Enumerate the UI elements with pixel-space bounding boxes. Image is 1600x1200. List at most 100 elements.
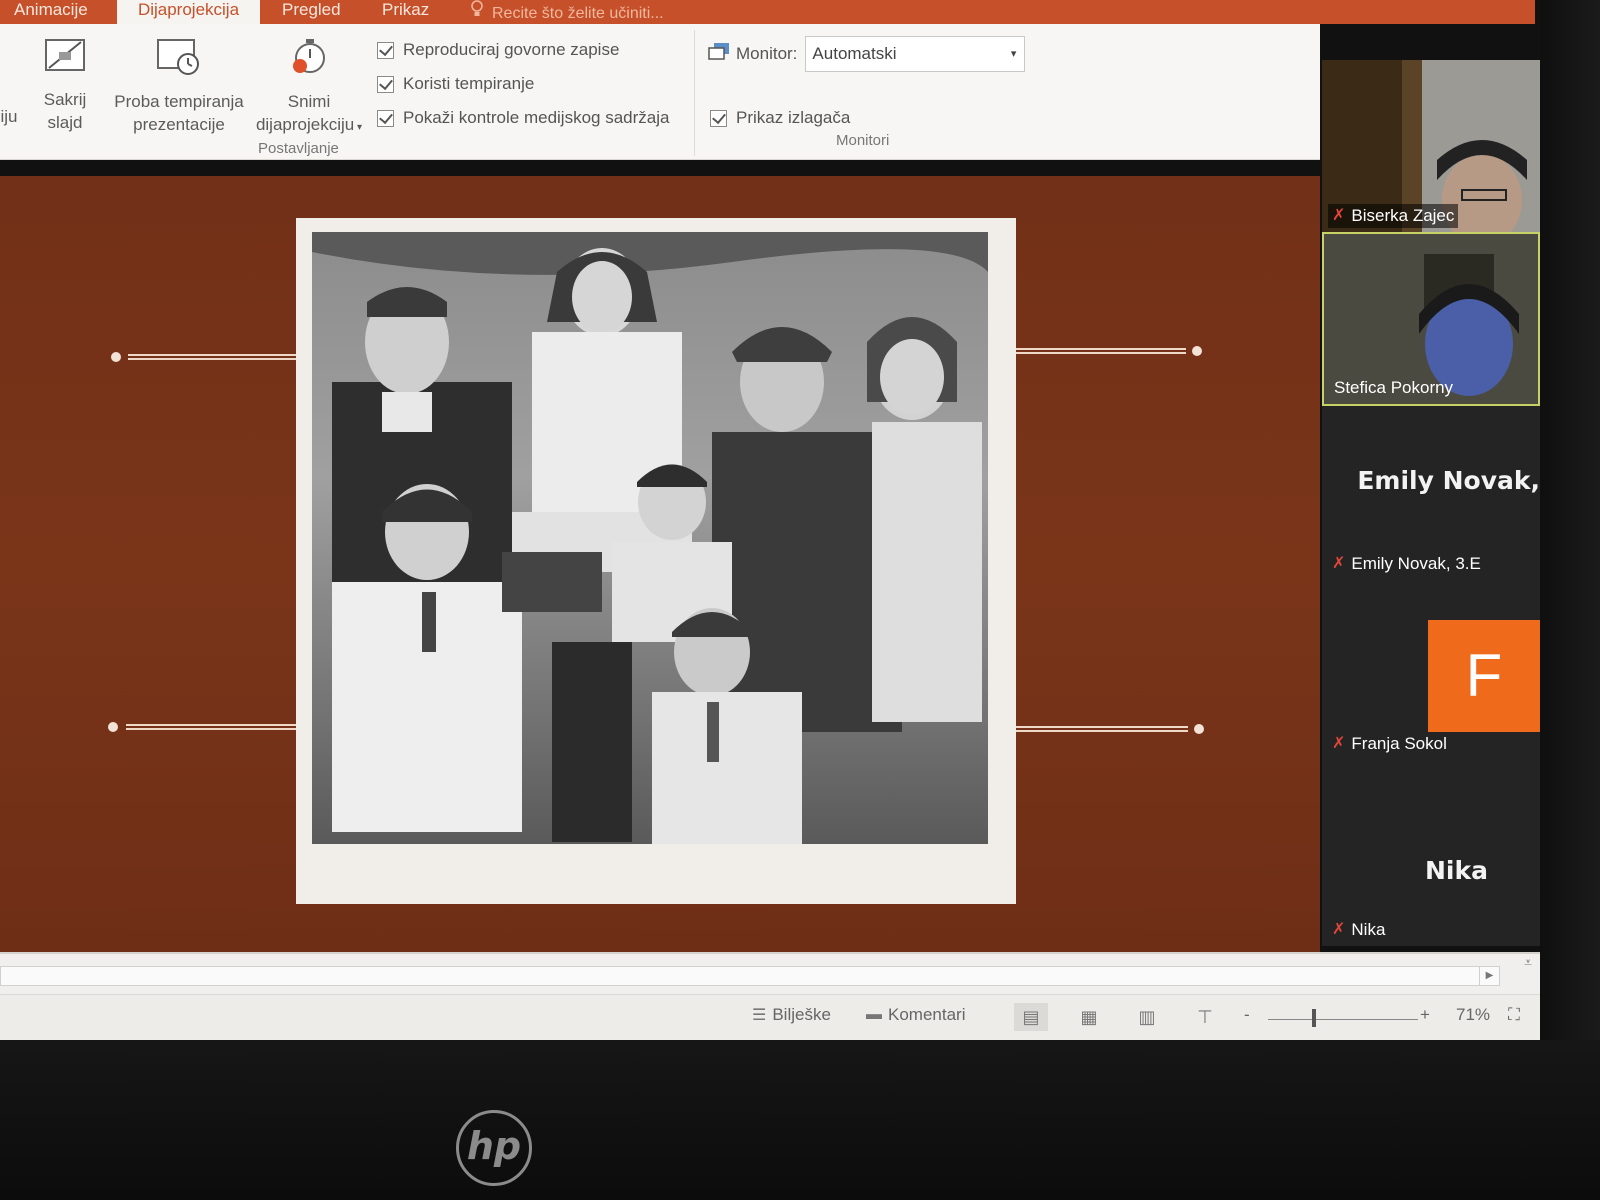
record-line2-text: dijaprojekciju [255, 115, 355, 134]
zoom-level[interactable]: 71% [1456, 1005, 1490, 1025]
fit-to-window-icon[interactable]: ⛶ [1508, 1005, 1520, 1025]
scroll-right-icon[interactable]: ▶ [1479, 967, 1499, 985]
record-slideshow-icon [248, 36, 370, 84]
muted-mic-icon: ✗ [1332, 207, 1346, 224]
participant-name: Emily Novak, 3.E [1351, 554, 1481, 573]
monitor-selector-row: Monitor: Automatski ▾ [708, 36, 1026, 72]
record-line2: dijaprojekciju ▾ [248, 113, 370, 139]
zoom-slider-thumb[interactable] [1312, 1009, 1316, 1027]
tell-me-text: Recite što želite učiniti... [492, 5, 664, 22]
participant-display-name: Emily Novak, [1357, 466, 1540, 495]
participant-display-name: Nika [1425, 856, 1488, 885]
group-label-setup: Postavljanje [258, 140, 339, 157]
participant-name-label: ✗ Biserka Zajec [1328, 204, 1459, 228]
monitor-bezel-bottom [0, 1040, 1600, 1200]
rehearse-timings-icon [108, 36, 250, 84]
participant-name-label: Stefica Pokorny [1330, 376, 1457, 400]
reading-view-icon[interactable]: ▥ [1130, 1003, 1164, 1031]
record-line1: Snimi [287, 92, 331, 111]
slide-canvas[interactable] [0, 176, 1320, 952]
rehearse-timings-button[interactable]: Proba tempiranja prezentacije [108, 36, 250, 136]
participant-name-label: ✗ Nika [1328, 918, 1389, 942]
checkbox-play-narrations[interactable]: Reproduciraj govorne zapise [377, 33, 669, 67]
partial-button-line1: i [0, 82, 32, 105]
monitor-label: Monitor: [736, 44, 798, 63]
checkbox-show-media-controls[interactable]: Pokaži kontrole medijskog sadržaja [377, 101, 669, 135]
participant-tile-video[interactable]: ✗ Biserka Zajec [1322, 60, 1540, 232]
notes-pane[interactable]: ▶ ⩡ [0, 952, 1540, 994]
presenter-view-label: Prikaz izlagača [736, 108, 851, 127]
tab-dijaprojekcija[interactable]: Dijaprojekcija [117, 0, 260, 24]
normal-view-icon[interactable]: ▤ [1014, 1003, 1048, 1031]
tell-me-search[interactable]: Recite što želite učiniti... [470, 0, 664, 22]
decorative-dot [1194, 724, 1204, 734]
decorative-line [126, 724, 296, 730]
notes-icon: ☰ [752, 1007, 767, 1024]
family-photo [312, 232, 988, 844]
setup-checkbox-list: Reproduciraj govorne zapise Koristi temp… [377, 33, 669, 135]
chevron-down-icon: ▾ [1010, 48, 1017, 60]
notes-label: Bilješke [772, 1005, 831, 1024]
hide-slide-line2: slajd [47, 113, 83, 132]
hide-slide-icon [38, 36, 92, 82]
tab-pregled[interactable]: Pregled [270, 0, 353, 24]
monitor-icon [708, 42, 730, 67]
participant-tile-video-active[interactable]: Stefica Pokorny [1322, 232, 1540, 406]
tab-prikaz[interactable]: Prikaz [370, 0, 441, 24]
monitor-select[interactable]: Automatski ▾ [805, 36, 1026, 72]
hide-slide-button[interactable]: Sakrij slajd [38, 36, 92, 134]
use-timings-label: Koristi tempiranje [403, 74, 535, 93]
rehearse-line2: prezentacije [133, 115, 225, 134]
monitor-select-value: Automatski [812, 44, 897, 63]
rehearse-line1: Proba tempiranja [114, 92, 244, 111]
decorative-line [1016, 348, 1186, 354]
participant-tile-avatar[interactable]: F ✗ Franja Sokol [1322, 620, 1540, 760]
family-photo-illustration [312, 232, 988, 844]
zoom-out-button[interactable]: - [1244, 1005, 1250, 1025]
slideshow-view-icon[interactable]: ⊤ [1188, 1003, 1222, 1031]
comments-label: Komentari [888, 1005, 966, 1024]
dropdown-caret-icon[interactable]: ▾ [354, 122, 362, 133]
participant-tile-name[interactable]: Nika ✗ Nika [1322, 772, 1540, 946]
participant-name: Nika [1351, 920, 1386, 939]
participant-name: Biserka Zajec [1351, 206, 1455, 225]
group-label-monitors: Monitori [836, 132, 890, 149]
checkbox-checked-icon[interactable] [377, 75, 394, 93]
slide-sorter-icon[interactable]: ▦ [1072, 1003, 1106, 1031]
checkbox-checked-icon[interactable] [710, 109, 727, 127]
participant-name-label: ✗ Franja Sokol [1328, 732, 1451, 756]
record-slideshow-button[interactable]: Snimi dijaprojekciju ▾ [248, 36, 370, 139]
chevron-double-down-icon[interactable]: ⩡ [1524, 954, 1532, 971]
decorative-dot [108, 722, 118, 732]
participant-name: Franja Sokol [1351, 734, 1447, 753]
muted-mic-icon: ✗ [1332, 921, 1346, 938]
status-bar: ☰ Bilješke ▬ Komentari ▤ ▦ ▥ ⊤ - + 71% ⛶ [0, 994, 1545, 1040]
photo-frame [296, 218, 1016, 904]
muted-mic-icon: ✗ [1332, 735, 1346, 752]
participant-name-label: ✗ Emily Novak, 3.E [1328, 552, 1485, 576]
checkbox-presenter-view[interactable]: Prikaz izlagača [710, 108, 850, 128]
checkbox-checked-icon[interactable] [377, 41, 394, 59]
show-media-controls-label: Pokaži kontrole medijskog sadržaja [403, 108, 670, 127]
hp-logo: hp [456, 1110, 532, 1186]
ribbon-tab-bar: Animacije Dijaprojekcija Pregled Prikaz … [0, 0, 1535, 24]
notes-button[interactable]: ☰ Bilješke [752, 1005, 831, 1025]
checkbox-checked-icon[interactable] [377, 109, 394, 127]
comment-icon: ▬ [866, 1006, 882, 1023]
decorative-dot [111, 352, 121, 362]
avatar: F [1428, 620, 1540, 732]
decorative-line [1016, 726, 1188, 732]
hide-slide-line1: Sakrij [43, 90, 87, 109]
participant-tile-name[interactable]: Emily Novak, ✗ Emily Novak, 3.E [1322, 406, 1540, 580]
checkbox-use-timings[interactable]: Koristi tempiranje [377, 67, 669, 101]
comments-button[interactable]: ▬ Komentari [866, 1005, 965, 1025]
horizontal-scrollbar[interactable]: ▶ [0, 966, 1500, 986]
decorative-dot [1192, 346, 1202, 356]
zoom-slider[interactable] [1268, 1019, 1418, 1020]
decorative-line [128, 354, 296, 360]
tab-animacije[interactable]: Animacije [2, 0, 100, 24]
partial-ribbon-button[interactable]: i ciju [0, 82, 32, 128]
play-narrations-label: Reproduciraj govorne zapise [403, 40, 620, 59]
muted-mic-icon: ✗ [1332, 555, 1346, 572]
zoom-in-button[interactable]: + [1420, 1005, 1430, 1025]
